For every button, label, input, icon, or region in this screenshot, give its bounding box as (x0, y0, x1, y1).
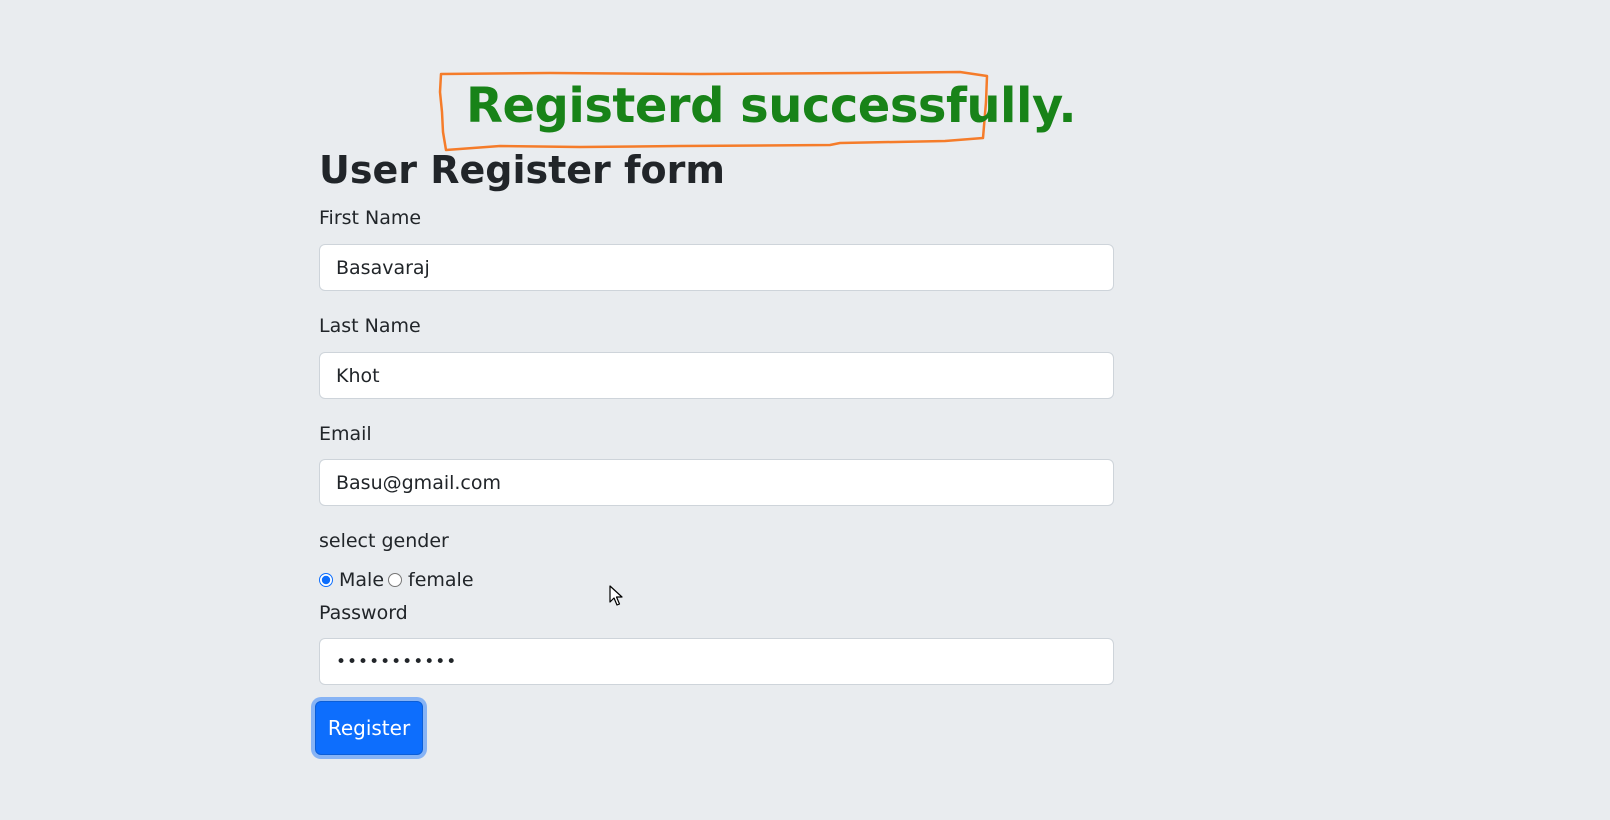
page: Registerd successfully. User Register fo… (0, 0, 1610, 820)
email-label: Email (319, 423, 372, 445)
last-name-input[interactable] (319, 352, 1114, 399)
gender-radio-male[interactable] (319, 573, 333, 587)
gender-radio-group: Male female (319, 569, 478, 591)
first-name-input[interactable] (319, 244, 1114, 291)
email-input[interactable] (319, 459, 1114, 506)
password-input[interactable] (319, 638, 1114, 685)
success-message-box: Registerd successfully. (438, 70, 1077, 152)
gender-radio-female[interactable] (388, 573, 403, 587)
form-title: User Register form (319, 148, 725, 192)
success-message: Registerd successfully. (466, 78, 1077, 134)
gender-option-female-label: female (408, 569, 474, 591)
last-name-label: Last Name (319, 315, 421, 337)
gender-label: select gender (319, 530, 449, 552)
gender-option-male-label: Male (339, 569, 385, 591)
register-button[interactable]: Register (315, 701, 423, 755)
mouse-pointer-icon (609, 585, 623, 606)
password-label: Password (319, 602, 408, 624)
first-name-label: First Name (319, 207, 422, 229)
